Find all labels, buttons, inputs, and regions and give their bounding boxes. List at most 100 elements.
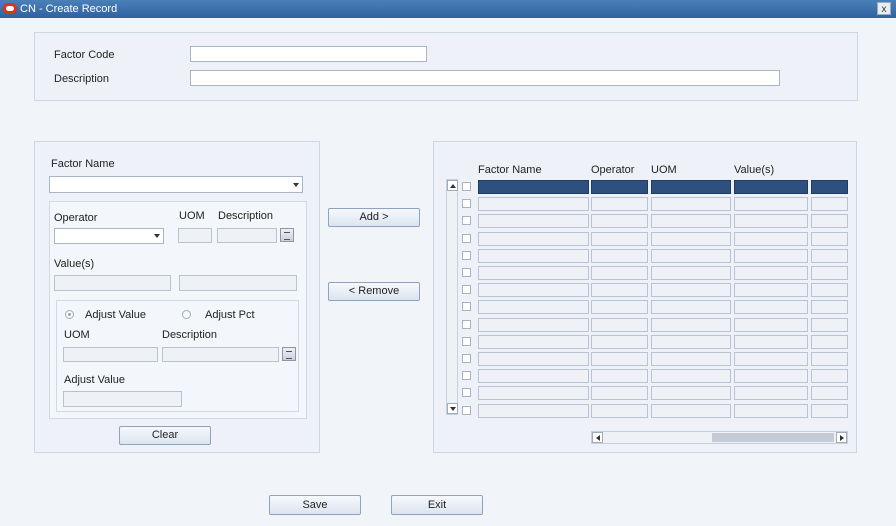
table-cell[interactable] xyxy=(478,180,589,194)
table-cell[interactable] xyxy=(811,180,848,194)
table-cell[interactable] xyxy=(734,197,808,212)
table-cell[interactable] xyxy=(651,180,731,194)
table-cell[interactable] xyxy=(478,248,589,263)
table-cell[interactable] xyxy=(651,403,731,418)
table-cell[interactable] xyxy=(478,386,589,401)
table-cell[interactable] xyxy=(811,403,848,418)
value-from-input[interactable] xyxy=(54,275,171,291)
table-cell[interactable] xyxy=(478,352,589,366)
table-cell[interactable] xyxy=(734,283,808,298)
table-cell[interactable] xyxy=(811,214,848,229)
save-button[interactable]: Save xyxy=(269,495,361,515)
add-button[interactable]: Add > xyxy=(328,208,420,227)
table-cell[interactable] xyxy=(811,369,848,384)
table-cell[interactable] xyxy=(478,403,589,418)
table-cell[interactable] xyxy=(478,283,589,298)
table-cell[interactable] xyxy=(811,352,848,366)
factor-name-select[interactable] xyxy=(49,176,303,193)
table-cell[interactable] xyxy=(734,352,808,366)
table-cell[interactable] xyxy=(591,317,648,332)
table-cell[interactable] xyxy=(651,369,731,384)
table-cell[interactable] xyxy=(591,266,648,280)
table-cell[interactable] xyxy=(591,352,648,366)
row-checkbox[interactable] xyxy=(462,268,471,277)
exit-button[interactable]: Exit xyxy=(391,495,483,515)
scroll-left-icon[interactable] xyxy=(592,432,603,443)
clear-button[interactable]: Clear xyxy=(119,426,211,445)
table-cell[interactable] xyxy=(734,334,808,349)
table-cell[interactable] xyxy=(591,403,648,418)
table-cell[interactable] xyxy=(591,386,648,401)
close-window-button[interactable]: x xyxy=(877,2,891,15)
table-cell[interactable] xyxy=(591,248,648,263)
description-lookup-icon[interactable] xyxy=(280,228,294,242)
adjust-value-input[interactable] xyxy=(63,391,182,407)
value-to-input[interactable] xyxy=(179,275,297,291)
table-cell[interactable] xyxy=(811,300,848,315)
table-cell[interactable] xyxy=(734,214,808,229)
table-cell[interactable] xyxy=(811,248,848,263)
horizontal-scroll-thumb[interactable] xyxy=(712,433,834,442)
table-cell[interactable] xyxy=(651,248,731,263)
row-checkbox[interactable] xyxy=(462,199,471,209)
table-cell[interactable] xyxy=(591,231,648,246)
table-cell[interactable] xyxy=(651,197,731,212)
row-checkbox[interactable] xyxy=(462,216,471,226)
table-cell[interactable] xyxy=(591,197,648,212)
table-cell[interactable] xyxy=(478,231,589,246)
row-checkbox[interactable] xyxy=(462,371,471,381)
adjust-description-lookup-icon[interactable] xyxy=(282,347,296,361)
table-cell[interactable] xyxy=(478,197,589,212)
table-cell[interactable] xyxy=(478,317,589,332)
row-checkbox[interactable] xyxy=(462,250,471,260)
table-cell[interactable] xyxy=(478,369,589,384)
row-checkbox[interactable] xyxy=(462,354,471,363)
grid-horizontal-scrollbar[interactable] xyxy=(591,431,848,444)
factor-code-input[interactable] xyxy=(190,46,427,62)
table-cell[interactable] xyxy=(591,369,648,384)
table-cell[interactable] xyxy=(591,214,648,229)
table-cell[interactable] xyxy=(734,369,808,384)
table-cell[interactable] xyxy=(651,266,731,280)
remove-button[interactable]: < Remove xyxy=(328,282,420,301)
table-cell[interactable] xyxy=(734,386,808,401)
table-cell[interactable] xyxy=(811,283,848,298)
table-cell[interactable] xyxy=(651,214,731,229)
table-cell[interactable] xyxy=(478,266,589,280)
row-checkbox[interactable] xyxy=(462,319,471,329)
table-cell[interactable] xyxy=(734,231,808,246)
table-cell[interactable] xyxy=(811,386,848,401)
table-cell[interactable] xyxy=(811,231,848,246)
table-cell[interactable] xyxy=(734,266,808,280)
row-checkbox[interactable] xyxy=(462,336,471,346)
table-cell[interactable] xyxy=(811,317,848,332)
table-cell[interactable] xyxy=(651,231,731,246)
table-cell[interactable] xyxy=(651,334,731,349)
row-checkbox[interactable] xyxy=(462,233,471,243)
row-checkbox[interactable] xyxy=(462,182,471,191)
table-cell[interactable] xyxy=(591,334,648,349)
table-cell[interactable] xyxy=(478,214,589,229)
table-cell[interactable] xyxy=(478,334,589,349)
table-cell[interactable] xyxy=(478,300,589,315)
table-cell[interactable] xyxy=(651,352,731,366)
table-cell[interactable] xyxy=(811,266,848,280)
scroll-right-icon[interactable] xyxy=(836,432,847,443)
table-cell[interactable] xyxy=(734,180,808,194)
row-checkbox[interactable] xyxy=(462,302,471,312)
table-cell[interactable] xyxy=(591,283,648,298)
row-checkbox[interactable] xyxy=(462,388,471,398)
table-cell[interactable] xyxy=(651,300,731,315)
table-cell[interactable] xyxy=(734,248,808,263)
table-cell[interactable] xyxy=(651,317,731,332)
table-cell[interactable] xyxy=(734,317,808,332)
table-cell[interactable] xyxy=(651,386,731,401)
table-cell[interactable] xyxy=(811,334,848,349)
row-checkbox[interactable] xyxy=(462,405,471,415)
table-cell[interactable] xyxy=(734,403,808,418)
table-cell[interactable] xyxy=(591,180,648,194)
adjust-pct-radio[interactable] xyxy=(182,310,191,319)
table-cell[interactable] xyxy=(651,283,731,298)
description-input[interactable] xyxy=(190,70,780,86)
table-cell[interactable] xyxy=(811,197,848,212)
